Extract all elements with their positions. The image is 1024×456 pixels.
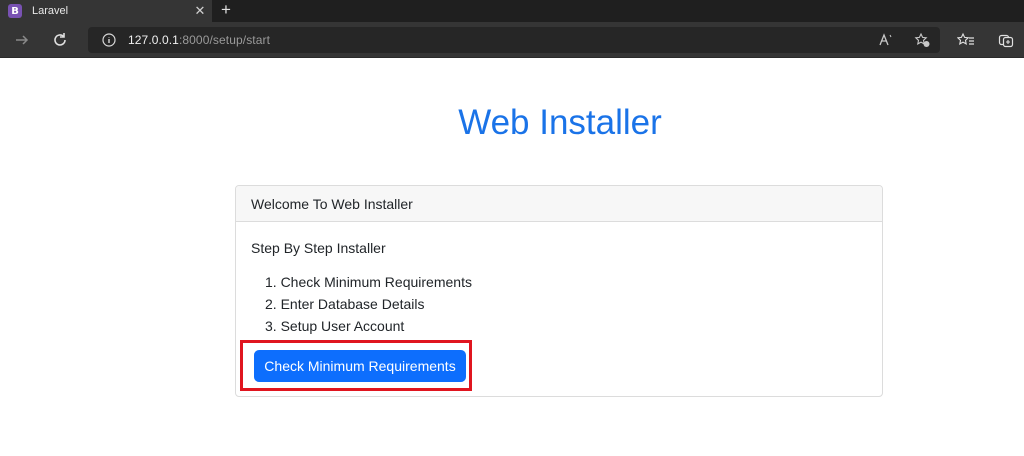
url-text[interactable]: 127.0.0.1:8000/setup/start bbox=[128, 33, 270, 47]
site-info-icon[interactable] bbox=[102, 33, 116, 47]
card-header: Welcome To Web Installer bbox=[236, 186, 882, 222]
new-tab-button[interactable]: + bbox=[216, 0, 236, 22]
step-item: 1. Check Minimum Requirements bbox=[265, 274, 472, 290]
forward-arrow-icon[interactable] bbox=[12, 30, 32, 50]
card-body: Step By Step Installer 1. Check Minimum … bbox=[236, 240, 882, 337]
highlight-box: Check Minimum Requirements bbox=[240, 340, 472, 391]
page-title: Web Installer bbox=[458, 103, 662, 142]
step-item: 3. Setup User Account bbox=[265, 318, 405, 334]
address-bar-actions bbox=[878, 32, 930, 53]
step-item: 2. Enter Database Details bbox=[265, 296, 425, 312]
close-tab-icon[interactable]: ✕ bbox=[190, 3, 210, 19]
favorites-icon[interactable] bbox=[956, 30, 976, 50]
browser-toolbar: 127.0.0.1:8000/setup/start bbox=[0, 22, 1024, 58]
add-favorite-icon[interactable] bbox=[914, 32, 930, 53]
address-bar[interactable]: 127.0.0.1:8000/setup/start bbox=[88, 27, 940, 53]
reload-icon[interactable] bbox=[50, 30, 70, 50]
tab-title: Laravel bbox=[32, 5, 69, 17]
tab-strip: B Laravel ✕ + bbox=[0, 0, 1024, 22]
url-host: 127.0.0.1 bbox=[128, 33, 179, 47]
installer-intro: Step By Step Installer bbox=[251, 240, 386, 256]
url-path: :8000/setup/start bbox=[178, 33, 271, 47]
check-requirements-button[interactable]: Check Minimum Requirements bbox=[254, 350, 466, 382]
bootstrap-favicon-icon: B bbox=[8, 4, 22, 18]
browser-tab[interactable]: B Laravel ✕ bbox=[0, 0, 212, 22]
steps-list: 1. Check Minimum Requirements 2. Enter D… bbox=[251, 271, 867, 337]
read-aloud-icon[interactable] bbox=[878, 32, 894, 53]
collections-icon[interactable] bbox=[996, 30, 1016, 50]
